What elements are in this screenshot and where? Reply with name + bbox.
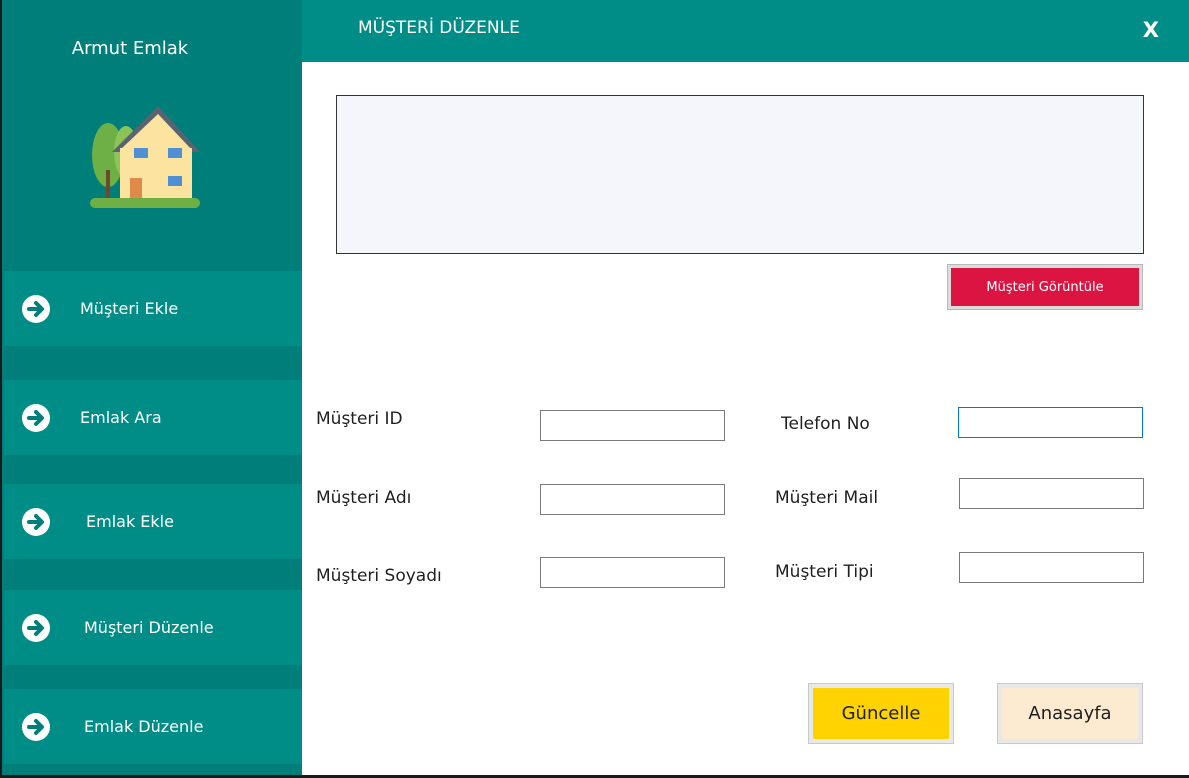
sidebar-item-label: Emlak Düzenle (84, 717, 204, 736)
customer-name-input[interactable] (540, 484, 725, 515)
close-button[interactable]: X (1143, 18, 1159, 42)
customer-id-label: Müşteri ID (316, 409, 403, 429)
page-title: MÜŞTERİ DÜZENLE (358, 18, 520, 38)
arrow-right-circle-icon (22, 613, 50, 642)
customer-grid[interactable] (336, 95, 1144, 254)
sidebar-item-label: Müşteri Ekle (80, 299, 179, 318)
update-button-label: Güncelle (813, 688, 949, 739)
arrow-right-circle-icon (22, 507, 50, 536)
window-edge (0, 0, 2, 778)
customer-surname-label: Müşteri Soyadı (316, 566, 442, 586)
sidebar-item-emlak-ekle[interactable]: Emlak Ekle (4, 484, 302, 559)
sidebar-item-label: Müşteri Düzenle (84, 618, 214, 637)
sidebar-item-musteri-ekle[interactable]: Müşteri Ekle (4, 271, 302, 346)
view-customers-label: Müşteri Görüntüle (951, 268, 1139, 306)
sidebar-item-emlak-ara[interactable]: Emlak Ara (4, 380, 302, 455)
customer-id-input[interactable] (540, 410, 725, 441)
view-customers-button[interactable]: Müşteri Görüntüle (947, 264, 1143, 310)
sidebar: Armut Emlak Müşteri Ekle Emlak Ara Emlak… (0, 0, 302, 778)
mail-label: Müşteri Mail (775, 488, 879, 508)
arrow-right-circle-icon (22, 712, 50, 741)
sidebar-item-label: Emlak Ekle (86, 512, 174, 531)
type-label: Müşteri Tipi (775, 562, 874, 582)
brand-name: Armut Emlak (71, 38, 189, 59)
phone-label: Telefon No (781, 414, 870, 434)
home-button[interactable]: Anasayfa (997, 683, 1143, 744)
update-button[interactable]: Güncelle (808, 683, 954, 744)
customer-name-label: Müşteri Adı (316, 488, 412, 508)
phone-input[interactable] (958, 407, 1143, 438)
customer-surname-input[interactable] (540, 557, 725, 588)
mail-input[interactable] (959, 478, 1144, 509)
house-icon (90, 106, 200, 208)
home-button-label: Anasayfa (1002, 688, 1138, 739)
type-input[interactable] (959, 552, 1144, 583)
sidebar-item-musteri-duzenle[interactable]: Müşteri Düzenle (4, 590, 302, 665)
arrow-right-circle-icon (22, 294, 50, 323)
arrow-right-circle-icon (22, 403, 50, 432)
title-bar: MÜŞTERİ DÜZENLE X (302, 0, 1189, 62)
sidebar-item-emlak-duzenle[interactable]: Emlak Düzenle (4, 689, 302, 764)
sidebar-item-label: Emlak Ara (80, 408, 162, 427)
